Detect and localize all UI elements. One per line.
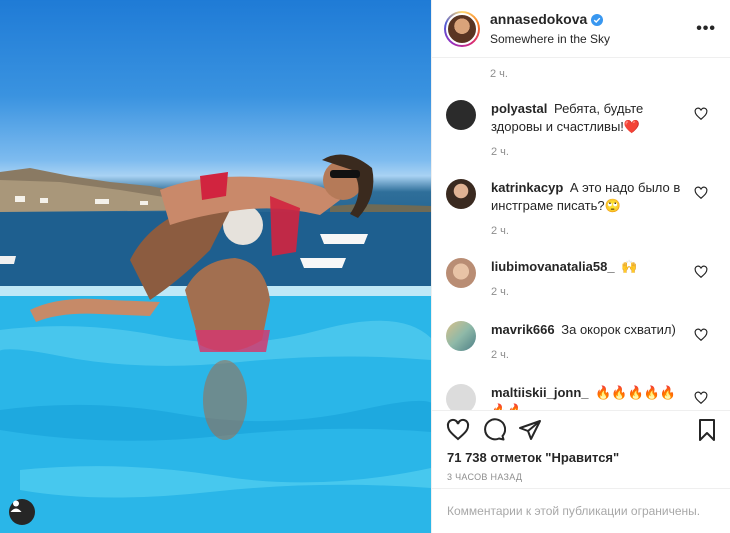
comments-disabled-notice: Комментарии к этой публикации ограничены… [432, 488, 730, 533]
photo-scene [0, 154, 431, 533]
comment-time: 2 ч. [491, 286, 509, 298]
commenter-avatar[interactable] [446, 100, 476, 130]
commenter-avatar[interactable] [446, 321, 476, 351]
verified-badge-icon [591, 13, 604, 26]
heart-icon[interactable] [694, 391, 708, 405]
commenter-username[interactable]: katrinkacyp [491, 180, 563, 195]
post-header: annasedokova Somewhere in the Sky ••• [432, 0, 730, 58]
commenter-username[interactable]: maltiiskii_jonn_ [491, 385, 589, 400]
post-panel: annasedokova Somewhere in the Sky ••• 2 … [431, 0, 730, 533]
bookmark-icon[interactable] [695, 418, 719, 442]
heart-icon[interactable] [694, 328, 708, 342]
commenter-avatar[interactable] [446, 258, 476, 288]
author-avatar[interactable] [444, 10, 480, 47]
commenter-username[interactable]: mavrik666 [491, 322, 555, 337]
commenter-username[interactable]: liubimovanatalia58_ [491, 259, 615, 274]
heart-icon[interactable] [694, 186, 708, 200]
heart-icon[interactable] [694, 265, 708, 279]
heart-icon[interactable] [446, 418, 470, 442]
post-photo[interactable] [0, 0, 431, 533]
comment-time: 2 ч. [490, 68, 508, 80]
likes-count[interactable]: 71 738 отметок "Нравится" [447, 450, 619, 465]
comment-time: 2 ч. [491, 146, 509, 158]
comment-text: За окорок схватил) [561, 322, 676, 337]
comment-time: 2 ч. [491, 225, 509, 237]
post-location[interactable]: Somewhere in the Sky [490, 32, 610, 47]
author-username[interactable]: annasedokova [490, 11, 604, 29]
author-username-text[interactable]: annasedokova [490, 11, 587, 29]
more-dots-icon[interactable]: ••• [696, 20, 716, 38]
comments-list[interactable]: 2 ч. polyastal Ребята, будьте здоровы и … [432, 58, 730, 410]
paper-plane-icon[interactable] [518, 418, 542, 442]
commenter-username[interactable]: polyastal [491, 101, 547, 116]
user-tag-icon[interactable] [9, 499, 35, 525]
heart-icon[interactable] [694, 107, 708, 121]
comment-icon[interactable] [482, 418, 506, 442]
comment-time: 2 ч. [491, 349, 509, 361]
post-timestamp[interactable]: 3 ЧАСОВ НАЗАД [447, 472, 522, 482]
commenter-avatar[interactable] [446, 179, 476, 209]
comment-text: 🙌 [621, 259, 638, 274]
commenter-avatar[interactable] [446, 384, 476, 410]
post-actions: 71 738 отметок "Нравится" 3 ЧАСОВ НАЗАД [432, 410, 730, 488]
